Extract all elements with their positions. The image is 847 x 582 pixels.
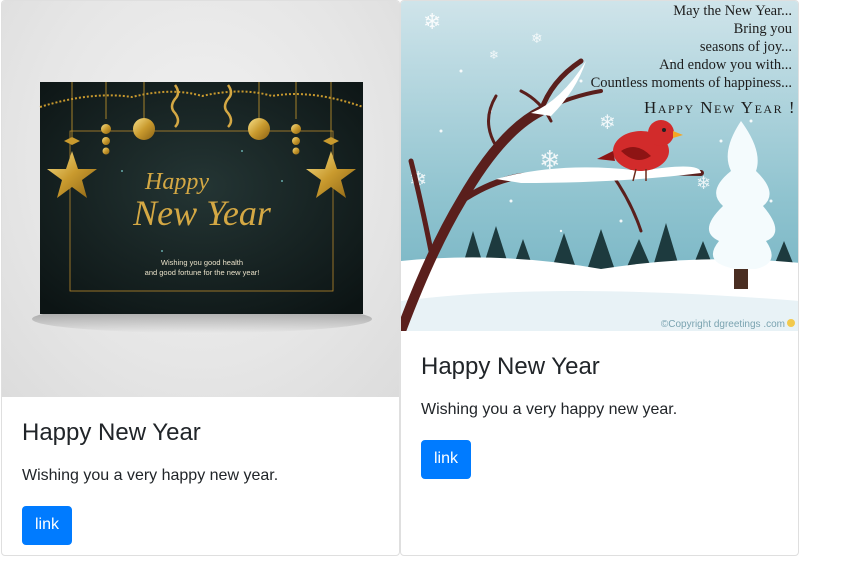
poem-line-1: May the New Year...	[673, 3, 792, 19]
card-new-year-winter: ❄ ❄ ❄ ❄ ❄ ❄ ❄ May the New Year... Bring …	[400, 0, 799, 556]
card-image-gold-greeting: Happy New Year Wishing you good health a…	[2, 1, 399, 397]
image-subtext-line2: and good fortune for the new year!	[145, 268, 260, 277]
card-text: Wishing you a very happy new year.	[421, 400, 678, 418]
image-headline: Happy New Year !	[644, 98, 796, 117]
card-body: Happy New Year Wishing you a very happy …	[2, 397, 399, 555]
link-button[interactable]: link	[421, 439, 472, 479]
card-text: Wishing you a very happy new year.	[22, 466, 279, 484]
card-new-year-gold: Happy New Year Wishing you good health a…	[1, 0, 400, 556]
gold-greeting-illustration: Happy New Year Wishing you good health a…	[32, 82, 372, 333]
poem-line-5: Countless moments of happiness...	[591, 75, 792, 91]
poem-line-3: seasons of joy...	[700, 39, 792, 55]
link-button[interactable]: link	[22, 505, 73, 545]
card-title: Happy New Year	[22, 419, 201, 446]
winter-greeting-illustration: ❄ ❄ ❄ ❄ ❄ ❄ ❄ May the New Year... Bring …	[401, 1, 798, 331]
poem-line-2: Bring you	[734, 21, 792, 37]
smiley-icon	[787, 319, 795, 327]
card-image-winter-greeting: ❄ ❄ ❄ ❄ ❄ ❄ ❄ May the New Year... Bring …	[401, 1, 798, 331]
image-subtext-line1: Wishing you good health	[161, 258, 243, 267]
svg-text:❄: ❄	[489, 48, 499, 62]
svg-text:❄: ❄	[696, 173, 711, 194]
image-headline-line1: Happy	[144, 169, 209, 195]
svg-text:❄: ❄	[423, 10, 441, 35]
svg-text:❄: ❄	[599, 110, 616, 134]
poem-line-4: And endow you with...	[659, 57, 792, 73]
copyright-text: ©Copyright dgreetings .com	[661, 319, 785, 330]
card-title: Happy New Year	[421, 353, 600, 380]
svg-text:❄: ❄	[531, 31, 543, 47]
card-body: Happy New Year Wishing you a very happy …	[401, 331, 798, 499]
image-headline-line2: New Year	[132, 193, 272, 233]
